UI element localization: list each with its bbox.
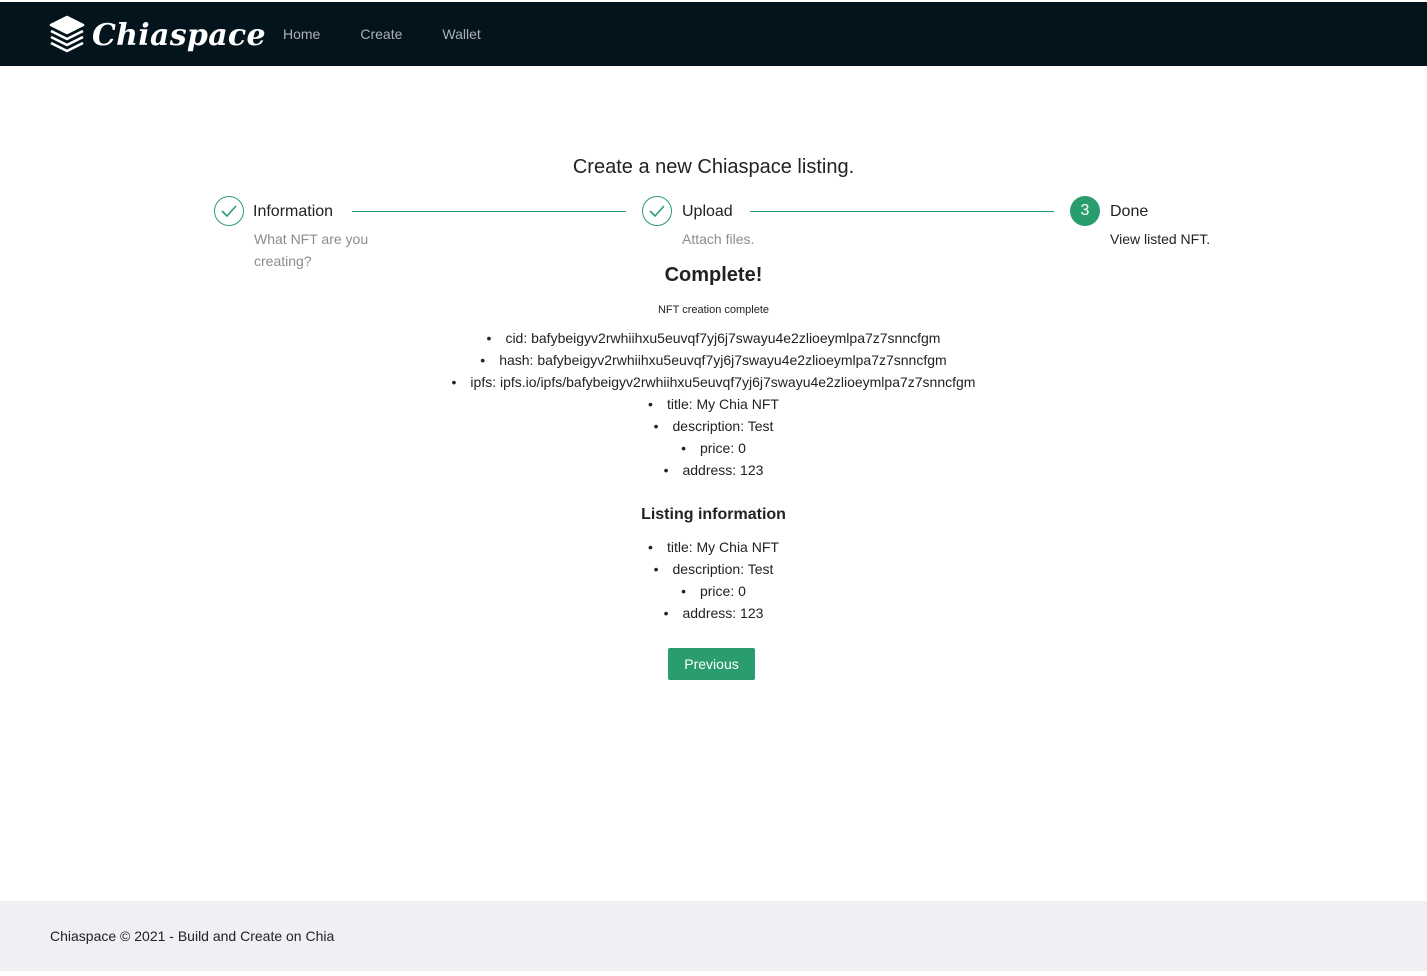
complete-subtitle: NFT creation complete xyxy=(657,304,770,316)
bullet-icon: • xyxy=(486,330,492,346)
bullet-icon: • xyxy=(653,418,659,434)
bullet-icon: • xyxy=(663,462,669,478)
brand-logo[interactable]: Chiaspace xyxy=(48,14,266,56)
previous-button[interactable]: Previous xyxy=(668,648,755,680)
bullet-icon: • xyxy=(648,396,653,412)
nav-wallet-link[interactable]: Wallet xyxy=(442,26,480,42)
step-3-number: 3 xyxy=(1070,196,1100,226)
listing-heading: Listing information xyxy=(641,506,786,523)
list-item: • address: 123 xyxy=(0,602,1427,624)
header: Chiaspace Home Create Wallet xyxy=(0,2,1427,66)
listing-details-list: • title: My Chia NFT • description: Test •… xyxy=(0,536,1427,624)
footer: Chiaspace © 2021 - Build and Create on C… xyxy=(0,901,1427,971)
complete-heading: Complete! xyxy=(664,264,763,286)
nav-home-link[interactable]: Home xyxy=(283,26,320,42)
page-title: Create a new Chiaspace listing. xyxy=(572,156,855,178)
main-nav: Home Create Wallet xyxy=(283,2,521,66)
step-1-title: Information xyxy=(253,203,334,220)
step-2-connector xyxy=(750,211,1054,212)
bullet-icon: • xyxy=(451,374,457,390)
nft-details-list: • cid: bafybeigyv2rwhiihxu5euvqf7yj6j7swa… xyxy=(0,327,1427,481)
list-item: • price: 0 xyxy=(0,580,1427,602)
bullet-icon: • xyxy=(681,583,686,599)
step-3-description: View listed NFT. xyxy=(1110,231,1211,247)
list-item: • title: My Chia NFT xyxy=(0,393,1427,415)
list-item: • cid: bafybeigyv2rwhiihxu5euvqf7yj6j7swa… xyxy=(0,327,1427,349)
step-2-description: Attach files. xyxy=(682,231,755,247)
step-3-title: Done xyxy=(1110,203,1149,220)
step-1-connector xyxy=(352,211,626,212)
stack-layers-icon xyxy=(49,15,85,53)
check-icon xyxy=(221,205,237,217)
bullet-icon: • xyxy=(681,440,686,456)
brand-name: Chiaspace xyxy=(92,17,266,53)
footer-copyright: Chiaspace © 2021 - Build and Create on C… xyxy=(50,928,335,944)
step-2-title: Upload xyxy=(682,203,733,220)
bullet-icon: • xyxy=(663,605,669,621)
step-1-check-icon xyxy=(214,196,244,226)
bullet-icon: • xyxy=(480,352,486,368)
list-item: • ipfs: ipfs.io/ipfs/bafybeigyv2rwhiihxu5… xyxy=(0,371,1427,393)
bullet-icon: • xyxy=(648,539,653,555)
list-item: • address: 123 xyxy=(0,459,1427,481)
list-item: • price: 0 xyxy=(0,437,1427,459)
check-icon xyxy=(649,205,665,217)
bullet-icon: • xyxy=(653,561,659,577)
list-item: • hash: bafybeigyv2rwhiihxu5euvqf7yj6j7sw… xyxy=(0,349,1427,371)
list-item: • description: Test xyxy=(0,415,1427,437)
bottom-border xyxy=(0,971,1427,976)
list-item: • description: Test xyxy=(0,558,1427,580)
step-2-check-icon xyxy=(642,196,672,226)
list-item: • title: My Chia NFT xyxy=(0,536,1427,558)
page: Chiaspace Home Create Wallet Create a ne… xyxy=(0,0,1427,976)
nav-create-link[interactable]: Create xyxy=(360,26,402,42)
